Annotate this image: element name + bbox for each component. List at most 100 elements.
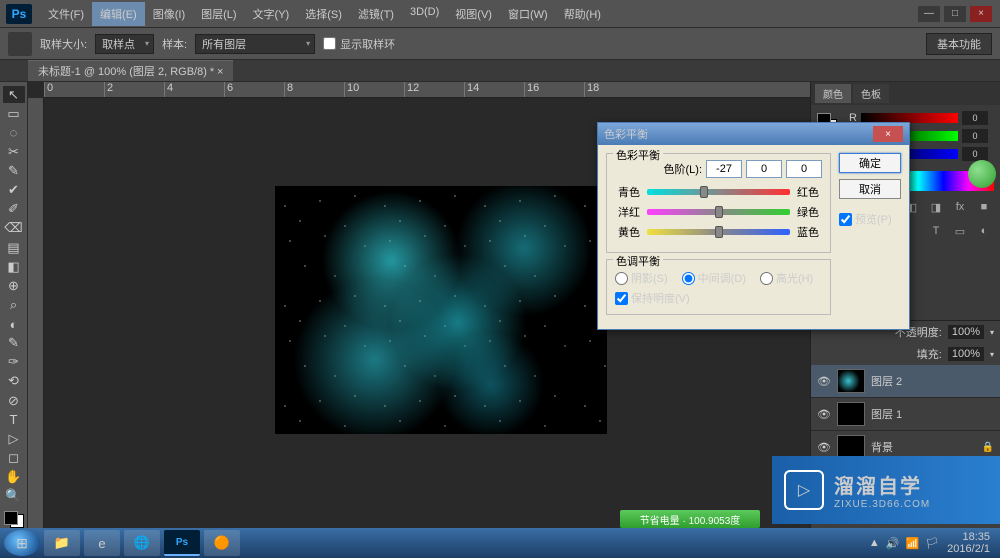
tone-balance-group: 色调平衡 阴影(S) 中间调(D) 高光(H) 保持明度(V) [606,259,831,315]
highlights-radio[interactable]: 高光(H) [760,270,813,286]
tool-1[interactable]: ▭ [3,105,25,122]
fill-value[interactable]: 100% [948,347,984,361]
sample-layers-dropdown[interactable]: 所有图层 [195,34,315,54]
panel-icon[interactable]: T [928,223,944,239]
tool-15[interactable]: ⟲ [3,373,25,390]
taskbar-app-2[interactable]: 🌐 [124,530,160,556]
fg-bg-colors[interactable] [4,511,24,528]
layer-row[interactable]: 👁 图层 1 [811,398,1000,431]
tool-11[interactable]: ⌕ [3,296,25,313]
dialog-titlebar[interactable]: 色彩平衡 × [598,123,909,145]
start-button[interactable]: ⊞ [4,530,40,556]
midtones-radio[interactable]: 中间调(D) [682,270,746,286]
document-canvas[interactable] [275,186,607,434]
tool-16[interactable]: ⊘ [3,392,25,409]
minimize-button[interactable]: — [918,6,940,22]
menu-视图[interactable]: 视图(V) [447,2,500,26]
color-tab[interactable]: 颜色 [815,84,851,103]
ok-button[interactable]: 确定 [839,153,901,173]
show-sample-ring-checkbox[interactable]: 显示取样环 [323,36,395,52]
color-value-r[interactable]: 0 [962,111,988,125]
panel-icon[interactable]: ▭ [952,223,968,239]
tray-icon[interactable]: 📶 [906,537,920,550]
menu-文字[interactable]: 文字(Y) [245,2,298,26]
tool-10[interactable]: ⊕ [3,277,25,294]
document-tab-label: 未标题-1 @ 100% (图层 2, RGB/8) * [38,66,214,78]
taskbar-app-4[interactable]: 🟠 [204,530,240,556]
dialog-close-button[interactable]: × [873,126,903,142]
tool-13[interactable]: ✎ [3,335,25,352]
tray-icon[interactable]: 🏳 [925,537,939,550]
panel-icon[interactable]: ■ [976,199,992,215]
menubar: Ps 文件(F)编辑(E)图像(I)图层(L)文字(Y)选择(S)滤镜(T)3D… [0,0,1000,28]
layer-name: 图层 1 [871,406,902,422]
color-panel-tabs: 颜色 色板 [811,82,1000,105]
workspace-switcher[interactable]: 基本功能 [926,33,992,55]
menu-编辑[interactable]: 编辑(E) [92,2,145,26]
visibility-icon[interactable]: 👁 [817,375,831,388]
document-tab[interactable]: 未标题-1 @ 100% (图层 2, RGB/8) * × [28,60,233,81]
color-value-g[interactable]: 0 [962,129,988,143]
menu-帮助[interactable]: 帮助(H) [556,2,609,26]
menu-图层[interactable]: 图层(L) [193,2,244,26]
tool-20[interactable]: ✋ [3,469,25,486]
tool-21[interactable]: 🔍 [3,488,25,505]
menu-滤镜[interactable]: 滤镜(T) [350,2,402,26]
opacity-value[interactable]: 100% [948,325,984,339]
fill-chevron-icon[interactable]: ▾ [990,350,994,359]
fill-label: 填充: [917,346,942,362]
level-yellow-blue-input[interactable]: 0 [786,160,822,178]
visibility-icon[interactable]: 👁 [817,441,831,454]
level-magenta-green-input[interactable]: 0 [746,160,782,178]
close-button[interactable]: × [970,6,992,22]
balance-slider-0[interactable] [647,189,790,195]
shadows-radio[interactable]: 阴影(S) [615,270,668,286]
canvas-nebula-layer [275,186,607,434]
taskbar-app-0[interactable]: 📁 [44,530,80,556]
cancel-button[interactable]: 取消 [839,179,901,199]
balance-slider-1[interactable] [647,209,790,215]
tool-4[interactable]: ✎ [3,163,25,180]
menu-窗口[interactable]: 窗口(W) [500,2,556,26]
swatches-tab[interactable]: 色板 [853,84,889,103]
power-save-badge: 节省电量 · 100.9053度 [620,510,760,528]
level-cyan-red-input[interactable]: -27 [706,160,742,178]
tool-2[interactable]: ◌ [3,124,25,141]
preserve-luminosity-checkbox[interactable]: 保持明度(V) [615,290,822,306]
menu-文件[interactable]: 文件(F) [40,2,92,26]
color-value-b[interactable]: 0 [962,147,988,161]
visibility-icon[interactable]: 👁 [817,408,831,421]
tool-9[interactable]: ◧ [3,258,25,275]
tool-8[interactable]: ▤ [3,239,25,256]
menu-图像[interactable]: 图像(I) [145,2,193,26]
tool-12[interactable]: ◐ [3,316,25,333]
tray-icon[interactable]: 🔊 [886,537,900,550]
panel-icon[interactable]: ◐ [976,223,992,239]
opacity-chevron-icon[interactable]: ▾ [990,328,994,337]
taskbar-app-3[interactable]: Ps [164,530,200,556]
preview-checkbox[interactable]: 预览(P) [839,211,901,227]
maximize-button[interactable]: □ [944,6,966,22]
tool-0[interactable]: ↖ [3,86,25,103]
tool-5[interactable]: ✔ [3,182,25,199]
tool-3[interactable]: ✂ [3,143,25,160]
tool-14[interactable]: ✑ [3,354,25,371]
tray-icon[interactable]: ▲ [869,537,880,550]
tool-19[interactable]: ◻ [3,449,25,466]
layer-row[interactable]: 👁图层 2 [811,365,1000,398]
close-tab-icon[interactable]: × [217,66,223,78]
tool-18[interactable]: ▷ [3,430,25,447]
balance-slider-2[interactable] [647,229,790,235]
tool-7[interactable]: ⌫ [3,220,25,237]
panel-icon[interactable]: ◨ [928,199,944,215]
menu-选择[interactable]: 选择(S) [297,2,350,26]
panel-icon[interactable]: fx [952,199,968,215]
layer-thumbnail [837,402,865,426]
taskbar-app-1[interactable]: e [84,530,120,556]
tool-6[interactable]: ✐ [3,201,25,218]
current-tool-icon[interactable] [8,32,32,56]
tool-17[interactable]: T [3,411,25,428]
clock[interactable]: 18:35 2016/2/1 [947,531,990,555]
sample-size-dropdown[interactable]: 取样点 [95,34,154,54]
menu-3d[interactable]: 3D(D) [402,2,447,26]
